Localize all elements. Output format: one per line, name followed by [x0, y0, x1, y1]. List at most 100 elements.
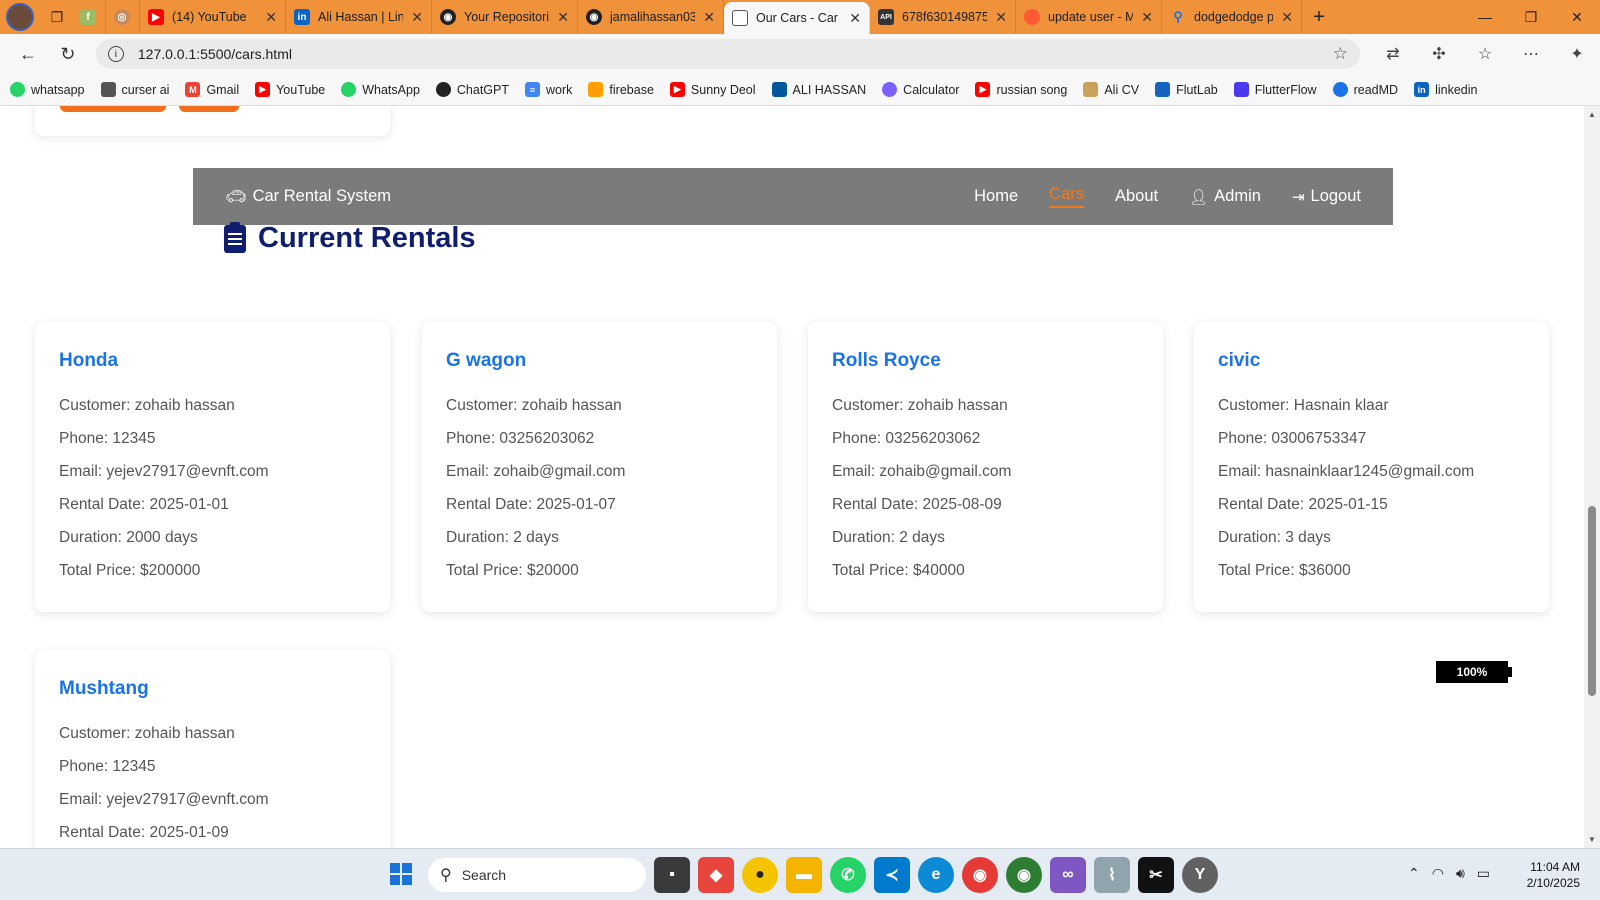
tab-search[interactable]: ⚲ dodgedodge pn ✕	[1162, 0, 1302, 34]
url-field[interactable]: i 127.0.0.1:5500/cars.html ☆	[95, 39, 1360, 69]
rental-price: Total Price: $20000	[446, 562, 579, 579]
bookmark-work[interactable]: ≡ work	[525, 82, 572, 97]
profile-avatar[interactable]	[6, 3, 34, 31]
star-icon[interactable]: ☆	[1333, 44, 1348, 64]
nav-home[interactable]: Home	[974, 187, 1018, 206]
bookmark-sunny-deol[interactable]: ▶ Sunny Deol	[669, 82, 756, 97]
rental-phone: Phone: 03256203062	[446, 430, 595, 447]
taskbar-apps: ▪ ◆ ● ▬ ✆ ≺ e ◉ ◉ ∞ ⌇ ✂ Y	[654, 857, 1226, 893]
battery-icon[interactable]: ▭	[1477, 865, 1490, 882]
tab-our-cars[interactable]: Our Cars - Car Re ✕	[724, 2, 870, 34]
bookmark-label: FlutLab	[1176, 82, 1218, 97]
back-icon[interactable]: ←	[8, 37, 48, 71]
bookmark-gmail[interactable]: M Gmail	[185, 82, 239, 97]
close-icon[interactable]: ✕	[995, 9, 1007, 26]
scroll-down-arrow[interactable]: ▼	[1588, 835, 1596, 844]
flutter-icon	[771, 82, 787, 97]
copilot-icon[interactable]: ✦	[1554, 37, 1600, 71]
bookmark-flutterflow[interactable]: FlutterFlow	[1233, 82, 1317, 97]
nav-logout[interactable]: ⇥ Logout	[1292, 187, 1361, 206]
rental-card: Rolls Royce Customer: zohaib hassan Phon…	[808, 322, 1163, 612]
bookmark-label: ChatGPT	[456, 82, 510, 97]
close-icon[interactable]: ✕	[557, 9, 569, 26]
bookmark-flutlab[interactable]: FlutLab	[1155, 82, 1218, 97]
nav-admin[interactable]: 👤︎ Admin	[1189, 187, 1261, 206]
nav-cars[interactable]: Cars	[1049, 185, 1084, 208]
bookmark-firebase[interactable]: firebase	[588, 82, 654, 97]
taskbar-clock[interactable]: 11:04 AM 2/10/2025	[1518, 859, 1580, 891]
bookmark-ali-hassan[interactable]: ALI HASSAN	[771, 82, 866, 97]
calculator-icon	[882, 82, 898, 97]
taskbar-search[interactable]: ⚲ Search	[428, 858, 646, 892]
bookmark-russian-song[interactable]: ▶ russian song	[975, 82, 1067, 97]
windows-start-icon[interactable]	[390, 863, 412, 885]
terminal-icon[interactable]: ▪	[654, 857, 690, 893]
whatsapp-icon[interactable]: ✆	[830, 857, 866, 893]
reload-icon[interactable]: ↻	[48, 37, 88, 71]
chat-app-icon[interactable]: ●	[742, 857, 778, 893]
bookmark-linkedin[interactable]: in linkedin	[1414, 82, 1477, 97]
wifi-icon[interactable]: ◠	[1432, 865, 1444, 882]
visual-studio-icon[interactable]: ∞	[1050, 857, 1086, 893]
bookmark-label: Gmail	[206, 82, 240, 97]
tab-github-repos[interactable]: ◉ Your Repositories ✕	[432, 0, 578, 34]
rental-card: G wagon Customer: zohaib hassan Phone: 0…	[422, 322, 777, 612]
rental-phone: Phone: 12345	[59, 430, 156, 447]
close-icon[interactable]: ✕	[703, 9, 715, 26]
rental-phone: Phone: 03006753347	[1218, 430, 1367, 447]
volume-icon[interactable]: 🔊︎	[1456, 865, 1465, 882]
card-action-button[interactable]	[60, 106, 166, 112]
close-icon[interactable]: ✕	[1281, 9, 1293, 26]
chrome-dev-icon[interactable]: ◉	[1006, 857, 1042, 893]
tab-label: (14) YouTube	[172, 10, 247, 24]
brand[interactable]: 🚗︎ Car Rental System	[225, 187, 943, 207]
bookmark-whatsapp[interactable]: whatsapp	[10, 82, 85, 97]
menu-icon[interactable]: ⋯	[1508, 37, 1554, 71]
performance-monitor-icon[interactable]: ⌇	[1094, 857, 1130, 893]
tab-pinned-2[interactable]: ◎	[106, 0, 140, 34]
close-icon[interactable]: ✕	[1141, 9, 1153, 26]
bookmark-ali-cv[interactable]: Ali CV	[1083, 82, 1139, 97]
translate-icon[interactable]: ⇄	[1370, 37, 1416, 71]
bookmark-youtube[interactable]: ▶ YouTube	[255, 82, 325, 97]
vscode-icon[interactable]: ≺	[874, 857, 910, 893]
scroll-thumb[interactable]	[1588, 506, 1596, 696]
file-explorer-icon[interactable]: ▬	[786, 857, 822, 893]
bookmark-chatgpt[interactable]: ChatGPT	[435, 82, 510, 97]
nav-about[interactable]: About	[1115, 187, 1158, 206]
minimize-icon[interactable]: —	[1462, 0, 1508, 34]
new-tab-button[interactable]: +	[1302, 6, 1336, 29]
tab-update-user[interactable]: update user - Mi ✕	[1016, 0, 1162, 34]
restore-icon[interactable]: ❐	[1508, 0, 1554, 34]
taskbar: ⚲ Search ▪ ◆ ● ▬ ✆ ≺ e ◉ ◉ ∞ ⌇ ✂ Y ⌃ ◠ 🔊…	[0, 848, 1600, 900]
workspaces-icon[interactable]: ❐	[42, 4, 72, 30]
edge-icon[interactable]: e	[918, 857, 954, 893]
rental-duration: Duration: 2 days	[446, 529, 559, 546]
scroll-up-arrow[interactable]: ▲	[1588, 110, 1596, 119]
bookmark-readmd[interactable]: readMD	[1332, 82, 1398, 97]
site-navbar: 🚗︎ Car Rental System Home Cars About 👤︎ A…	[193, 168, 1393, 225]
bookmark-whatsapp-2[interactable]: WhatsApp	[341, 82, 420, 97]
tab-pinned-1[interactable]: f	[72, 0, 106, 34]
capcut-icon[interactable]: ✂	[1138, 857, 1174, 893]
tab-api[interactable]: API 678f630149875e ✕	[870, 0, 1016, 34]
close-window-icon[interactable]: ✕	[1554, 0, 1600, 34]
git-icon[interactable]: ◆	[698, 857, 734, 893]
chevron-up-icon[interactable]: ⌃	[1408, 865, 1420, 882]
close-icon[interactable]: ✕	[265, 9, 277, 26]
card-action-button[interactable]	[179, 106, 239, 112]
bookmark-curser-ai[interactable]: curser ai	[100, 82, 169, 97]
favorites-icon[interactable]: ☆	[1462, 37, 1508, 71]
vertical-scrollbar[interactable]: ▲ ▼	[1584, 106, 1600, 848]
info-icon[interactable]: i	[107, 46, 124, 62]
tab-youtube[interactable]: ▶ (14) YouTube ✕	[140, 0, 286, 34]
puzzle-icon[interactable]: ✣	[1416, 37, 1462, 71]
close-icon[interactable]: ✕	[411, 9, 423, 26]
bookmark-calculator[interactable]: Calculator	[882, 82, 959, 97]
tab-linkedin[interactable]: in Ali Hassan | Linke ✕	[286, 0, 432, 34]
close-icon[interactable]: ✕	[849, 10, 861, 27]
tab-github-profile[interactable]: ◉ jamalihassan030 ✕	[578, 0, 724, 34]
chrome-icon[interactable]: ◉	[962, 857, 998, 893]
yandex-icon[interactable]: Y	[1182, 857, 1218, 893]
rental-email: Email: yejev27917@evnft.com	[59, 463, 269, 480]
